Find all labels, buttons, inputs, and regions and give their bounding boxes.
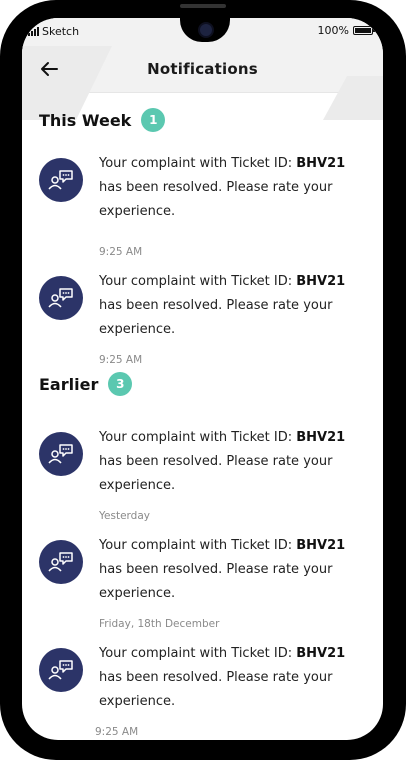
notification-time: Yesterday	[99, 510, 150, 522]
carrier-label: Sketch	[42, 25, 80, 38]
status-left: Sketch	[28, 25, 79, 38]
ticket-id: BHV21	[296, 430, 346, 445]
side-button-right	[400, 150, 406, 220]
chat-person-icon	[39, 158, 83, 202]
section-title: This Week	[39, 110, 132, 130]
page-title: Notifications	[147, 60, 258, 78]
battery-icon	[353, 26, 375, 35]
notification-time: 9:25 AM	[99, 354, 143, 366]
section-title: Earlier	[39, 374, 99, 394]
side-button-left	[0, 150, 6, 220]
notification-time: 9:25 AM	[95, 726, 139, 738]
notification-time: 9:25 AM	[99, 246, 143, 258]
ticket-id: BHV21	[296, 538, 346, 553]
header-decoration	[323, 76, 383, 120]
notification-text: Your complaint with Ticket ID: BHV21 has…	[99, 156, 346, 219]
signal-icon	[28, 27, 39, 36]
notification-text: Your complaint with Ticket ID: BHV21 has…	[99, 430, 346, 493]
chat-person-icon	[39, 540, 83, 584]
notification-time: Friday, 18th December	[99, 618, 220, 630]
section-header-earlier: Earlier 3	[39, 372, 133, 396]
section-header-this-week: This Week 1	[39, 108, 166, 132]
app-header: Notifications	[22, 46, 383, 120]
chat-person-icon	[39, 432, 83, 476]
ticket-id: BHV21	[296, 274, 346, 289]
notification-text: Your complaint with Ticket ID: BHV21 has…	[99, 274, 346, 337]
speaker-grille	[180, 4, 226, 8]
notification-text: Your complaint with Ticket ID: BHV21 has…	[99, 646, 346, 709]
chat-person-icon	[39, 648, 83, 692]
camera-icon	[198, 22, 214, 38]
status-right: 100%	[317, 24, 375, 37]
count-badge: 3	[108, 372, 133, 396]
phone-frame: Sketch M 100% Notifications This Week 1	[0, 0, 406, 760]
notification-text: Your complaint with Ticket ID: BHV21 has…	[99, 538, 346, 601]
ticket-id: BHV21	[296, 646, 346, 661]
screen: Sketch M 100% Notifications This Week 1	[22, 18, 383, 740]
count-badge: 1	[141, 108, 166, 132]
battery-percent: 100%	[317, 24, 349, 37]
ticket-id: BHV21	[296, 156, 346, 171]
chat-person-icon	[39, 276, 83, 320]
